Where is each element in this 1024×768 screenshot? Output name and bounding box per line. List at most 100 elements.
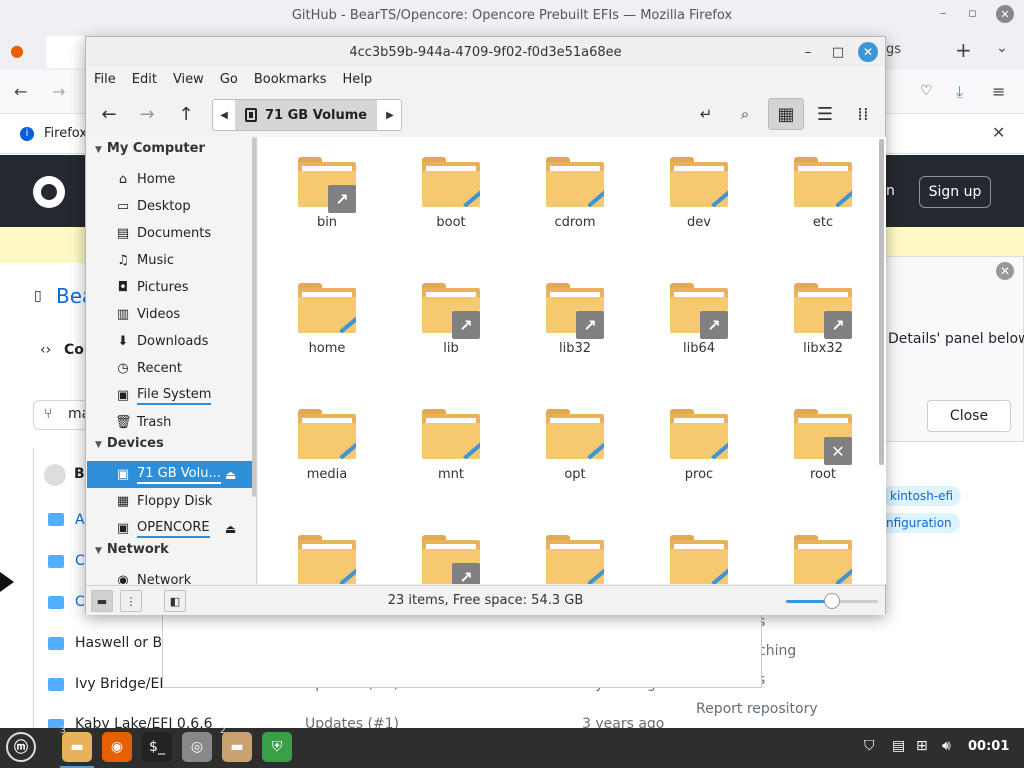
- folder-item[interactable]: ✕ root: [768, 389, 878, 509]
- topic-tag[interactable]: kintosh-efi: [882, 486, 962, 506]
- path-scroll-left-icon[interactable]: ◀: [213, 100, 235, 130]
- menu-edit[interactable]: Edit: [132, 72, 157, 87]
- firefox-menu-icon[interactable]: ●: [10, 41, 24, 60]
- sidebar-section-header[interactable]: ▼ Devices: [95, 436, 164, 451]
- back-button[interactable]: ←: [94, 99, 124, 129]
- sidebar-item[interactable]: ⬇ Downloads: [87, 328, 256, 355]
- maximize-icon[interactable]: ▫: [968, 6, 977, 21]
- sidebar-item[interactable]: ▣ File System: [87, 382, 256, 409]
- folder-item[interactable]: mnt: [396, 389, 506, 509]
- folder-item[interactable]: proc: [644, 389, 754, 509]
- folder-item[interactable]: etc: [768, 137, 878, 257]
- expander-icon[interactable]: ▼: [95, 546, 102, 556]
- topic-tag[interactable]: nfiguration: [878, 513, 960, 533]
- new-tab-icon[interactable]: +: [955, 38, 972, 62]
- dir-row-name[interactable]: C: [75, 594, 85, 610]
- folder-item[interactable]: opt: [520, 389, 630, 509]
- shield-tray-icon[interactable]: ⛉: [864, 738, 875, 754]
- eject-icon[interactable]: ⏏: [225, 522, 236, 536]
- network-tray-icon[interactable]: ⊞: [916, 738, 928, 754]
- taskbar-app-firefox-icon[interactable]: ◉: [102, 732, 132, 762]
- clock[interactable]: 00:01: [968, 739, 1009, 754]
- sidebar-link-partial[interactable]: ching: [758, 643, 796, 659]
- close-icon[interactable]: ✕: [858, 42, 878, 62]
- folder-item[interactable]: ↗ lib64: [644, 263, 754, 383]
- clipboard-tray-icon[interactable]: ▤: [892, 738, 905, 754]
- expander-icon[interactable]: ▼: [95, 440, 102, 450]
- taskbar-app-shield-icon[interactable]: ⛨: [262, 732, 292, 762]
- menu-go[interactable]: Go: [220, 72, 238, 87]
- dir-row-name[interactable]: Haswell or Bro: [75, 635, 176, 651]
- expander-icon[interactable]: ▼: [95, 145, 102, 155]
- folder-item[interactable]: ↗ lib: [396, 263, 506, 383]
- pocket-icon[interactable]: ♡: [920, 83, 933, 99]
- sidebar-item[interactable]: ⌂ Home: [87, 166, 256, 193]
- back-icon[interactable]: ←: [14, 82, 27, 101]
- close-icon[interactable]: ✕: [996, 5, 1014, 23]
- sidebar-item[interactable]: ◷ Recent: [87, 355, 256, 382]
- icon-view-button[interactable]: ▦: [768, 98, 804, 130]
- toggle-location-button[interactable]: ↵: [691, 99, 721, 129]
- menu-help[interactable]: Help: [342, 72, 372, 87]
- sidebar-item[interactable]: ▤ Documents: [87, 220, 256, 247]
- sidebar-item[interactable]: ▦ Floppy Disk: [87, 488, 256, 515]
- taskbar-app-files-2-icon[interactable]: ▬: [222, 732, 252, 762]
- folder-item[interactable]: [768, 515, 878, 584]
- taskbar-app-disks-icon[interactable]: ◎: [182, 732, 212, 762]
- zoom-slider[interactable]: [786, 593, 878, 609]
- folder-item[interactable]: ↗: [396, 515, 506, 584]
- sidebar-scrollbar[interactable]: [252, 137, 256, 497]
- forward-button[interactable]: →: [132, 99, 162, 129]
- volume-icon[interactable]: 🔊︎: [942, 738, 951, 754]
- sidebar-item[interactable]: ▣ OPENCORE ⏏: [87, 515, 256, 542]
- sidebar-section-header[interactable]: ▼ Network: [95, 542, 169, 557]
- folder-item[interactable]: dev: [644, 137, 754, 257]
- sidebar-item[interactable]: ▥ Videos: [87, 301, 256, 328]
- sidebar-item[interactable]: ◘ Pictures: [87, 274, 256, 301]
- folder-item[interactable]: [272, 515, 382, 584]
- up-button[interactable]: ↑: [171, 99, 201, 129]
- folder-item[interactable]: ↗ libx32: [768, 263, 878, 383]
- sidebar-item[interactable]: 🗑︎ Trash: [87, 409, 256, 436]
- sidebar-item[interactable]: ♫ Music: [87, 247, 256, 274]
- folder-item[interactable]: cdrom: [520, 137, 630, 257]
- popup-close-icon[interactable]: ✕: [996, 262, 1014, 280]
- folder-item[interactable]: home: [272, 263, 382, 383]
- forward-icon[interactable]: →: [52, 82, 65, 101]
- maximize-icon[interactable]: □: [828, 42, 848, 62]
- menu-bookmarks[interactable]: Bookmarks: [254, 72, 327, 87]
- sidebar-item[interactable]: ◉ Network: [87, 567, 256, 584]
- minimize-icon[interactable]: –: [940, 6, 947, 21]
- eject-icon[interactable]: ⏏: [225, 468, 236, 482]
- folder-item[interactable]: ↗ lib32: [520, 263, 630, 383]
- folder-item[interactable]: ↗ bin: [272, 137, 382, 257]
- folder-item[interactable]: [644, 515, 754, 584]
- folder-item[interactable]: [520, 515, 630, 584]
- downloads-icon[interactable]: ⤓: [956, 82, 963, 102]
- tab-github[interactable]: [46, 36, 86, 68]
- code-tab-partial[interactable]: Co: [64, 342, 84, 358]
- report-repository-link[interactable]: Report repository: [696, 701, 818, 717]
- menu-file[interactable]: File: [94, 72, 116, 87]
- popup-close-button[interactable]: Close: [927, 400, 1011, 432]
- sidebar-item[interactable]: ▣ 71 GB Volu... ⏏: [87, 461, 256, 488]
- sidebar-section-header[interactable]: ▼ My Computer: [95, 141, 205, 156]
- folder-item[interactable]: media: [272, 389, 382, 509]
- hamburger-menu-icon[interactable]: ≡: [992, 82, 1005, 101]
- path-crumb-volume[interactable]: 71 GB Volume: [235, 100, 377, 130]
- path-scroll-right-icon[interactable]: ▶: [379, 100, 401, 130]
- compact-view-button[interactable]: ⁞⁞: [848, 99, 878, 129]
- tab-list-icon[interactable]: ⌄: [996, 40, 1008, 56]
- folder-item[interactable]: boot: [396, 137, 506, 257]
- sidebar-item[interactable]: ▭ Desktop: [87, 193, 256, 220]
- content-scrollbar[interactable]: [879, 139, 884, 465]
- search-button[interactable]: ⌕: [730, 99, 760, 129]
- taskbar-app-files-icon[interactable]: ▬: [62, 732, 92, 762]
- menu-view[interactable]: View: [173, 72, 204, 87]
- list-view-button[interactable]: ☰: [810, 99, 840, 129]
- signin-partial[interactable]: n: [886, 183, 895, 199]
- zoom-handle[interactable]: [824, 593, 840, 609]
- signup-button[interactable]: Sign up: [919, 176, 991, 208]
- start-menu-icon[interactable]: ⓜ: [6, 732, 36, 762]
- dir-row-name[interactable]: C: [75, 553, 85, 569]
